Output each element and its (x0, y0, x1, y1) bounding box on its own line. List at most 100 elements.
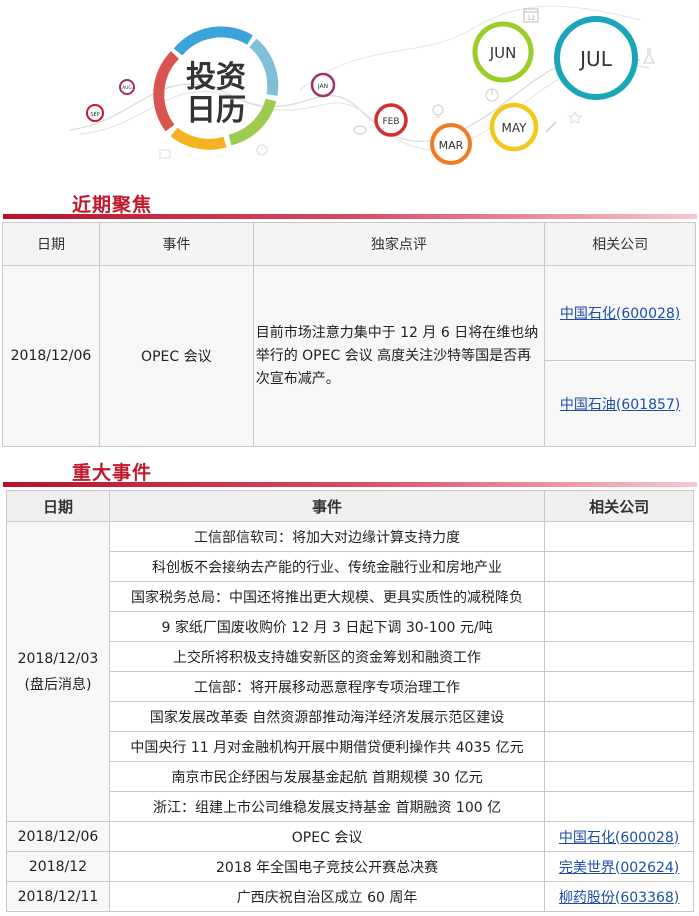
month-bubble-may: MAY (489, 102, 539, 152)
event-cell: OPEC 会议 (108, 821, 546, 852)
event-cell: 9 家纸厂国废收购价 12 月 3 日起下调 30-100 元/吨 (108, 611, 546, 642)
company-cell: 中国石化(600028) (544, 265, 696, 361)
company-cell: 中国石油(601857) (544, 360, 696, 447)
company-cell (544, 761, 694, 792)
focus-event: OPEC 会议 (98, 265, 254, 447)
header-company: 相关公司 (544, 222, 696, 266)
event-cell: 工信部：将开展移动恶意程序专项治理工作 (108, 671, 546, 702)
header-date: 日期 (6, 490, 110, 522)
table-row: 科创板不会接纳去产能的行业、传统金融行业和房地产业 (7, 551, 694, 582)
table-row: 国家发展改革委 自然资源部推动海洋经济发展示范区建设 (7, 701, 694, 732)
group-date-cell: 2018/12/03 (盘后消息) (6, 521, 110, 822)
table-row: 2018/12/06 OPEC 会议 目前市场注意力集中于 12 月 6 日将在… (2, 265, 696, 447)
lightbulb-icon (432, 104, 444, 118)
section-title-major: 重大事件 (72, 462, 153, 484)
svg-text:JUL: JUL (578, 47, 613, 71)
company-link[interactable]: 柳药股份(603368) (559, 890, 679, 906)
major-events-table: 日期 事件 相关公司 2018/12/03 (盘后消息) 工信部信软司：将加大对… (6, 490, 694, 912)
month-bubble-jun: JUN (472, 21, 534, 83)
header-company: 相关公司 (544, 490, 694, 522)
svg-text:JUN: JUN (489, 44, 517, 62)
table-row: 2018/12 2018 年全国电子竞技公开赛总决赛 完美世界(002624) (6, 851, 694, 882)
header-comment: 独家点评 (252, 222, 546, 266)
table-row: 2018/12/03 (盘后消息) 工信部信软司：将加大对边缘计算支持力度 (6, 521, 694, 822)
chat-bubble-icon (353, 125, 367, 135)
table-row: 9 家纸厂国废收购价 12 月 3 日起下调 30-100 元/吨 (7, 611, 694, 642)
svg-text:MAY: MAY (502, 121, 528, 135)
table-row: 2018/12/06 OPEC 会议 中国石化(600028) (6, 821, 694, 852)
section-divider-focus (3, 214, 697, 219)
section-divider-major (3, 482, 697, 487)
month-bubble-aug: AUG (119, 79, 135, 95)
event-cell: 中国央行 11 月对金融机构开展中期借贷便利操作共 4035 亿元 (108, 731, 546, 762)
table-row: 浙江：组建上市公司维稳发展支持基金 首期融资 100 亿 (7, 791, 694, 822)
svg-text:JAN: JAN (317, 83, 328, 90)
focus-table-header: 日期 事件 独家点评 相关公司 (2, 222, 696, 266)
star-icon (567, 110, 583, 124)
event-cell: 国家税务总局：中国还将推出更大规模、更具实质性的减税降负 (108, 581, 546, 612)
header-event: 事件 (108, 490, 546, 522)
focus-table: 日期 事件 独家点评 相关公司 2018/12/06 OPEC 会议 目前市场注… (2, 222, 696, 447)
table-row: 上交所将积极支持雄安新区的资金筹划和融资工作 (7, 641, 694, 672)
header-event: 事件 (98, 222, 254, 266)
major-table-header: 日期 事件 相关公司 (6, 490, 694, 522)
company-cell (544, 521, 694, 552)
month-bubble-jan: JAN (310, 72, 336, 98)
svg-text:AUG: AUG (122, 85, 132, 91)
company-cell: 完美世界(002624) (544, 851, 694, 882)
company-cell (544, 581, 694, 612)
event-cell: 广西庆祝自治区成立 60 周年 (108, 881, 546, 912)
month-bubble-mar: MAR (430, 123, 472, 165)
company-cell (544, 731, 694, 762)
flask-icon (643, 48, 655, 64)
event-cell: 浙江：组建上市公司维稳发展支持基金 首期融资 100 亿 (108, 791, 546, 822)
company-cell (544, 701, 694, 732)
focus-date: 2018/12/06 (2, 265, 100, 447)
group-date: 2018/12/03 (17, 650, 99, 667)
table-row: 国家税务总局：中国还将推出更大规模、更具实质性的减税降负 (7, 581, 694, 612)
event-cell: 2018 年全国电子竞技公开赛总决赛 (108, 851, 546, 882)
company-cell (544, 611, 694, 642)
row-date: 2018/12/06 (6, 821, 110, 852)
header-date: 日期 (2, 222, 100, 266)
company-link[interactable]: 中国石油(601857) (560, 397, 680, 413)
investment-calendar-banner: 投资 日历 SEP AUG JAN FEB MAR MAY JUN JUL 12 (69, 5, 655, 165)
company-cell (544, 671, 694, 702)
company-cell (544, 641, 694, 672)
table-row: 南京市民企纾困与发展基金起航 首期规模 30 亿元 (7, 761, 694, 792)
pencil-icon (545, 121, 557, 133)
group-note: (盘后消息) (24, 676, 92, 693)
company-cell: 中国石化(600028) (544, 821, 694, 852)
book-icon (159, 149, 171, 159)
table-row: 中国央行 11 月对金融机构开展中期借贷便利操作共 4035 亿元 (7, 731, 694, 762)
logo-text-2: 日历 (186, 93, 246, 128)
pie-chart-icon (485, 88, 499, 102)
focus-comment: 目前市场注意力集中于 12 月 6 日将在维也纳举行的 OPEC 会议 高度关注… (252, 265, 546, 447)
event-cell: 科创板不会接纳去产能的行业、传统金融行业和房地产业 (108, 551, 546, 582)
month-bubble-sep: SEP (86, 104, 104, 122)
row-date: 2018/12 (6, 851, 110, 882)
table-row: 2018/12/11 广西庆祝自治区成立 60 周年 柳药股份(603368) (6, 881, 694, 912)
company-link[interactable]: 中国石化(600028) (560, 306, 680, 322)
svg-text:MAR: MAR (439, 139, 464, 152)
logo-text-1: 投资 (186, 60, 246, 95)
month-bubble-feb: FEB (374, 103, 408, 137)
section-title-focus: 近期聚焦 (72, 194, 153, 216)
month-bubble-jul: JUL (554, 16, 638, 100)
event-cell: 上交所将积极支持雄安新区的资金筹划和融资工作 (108, 641, 546, 672)
company-link[interactable]: 中国石化(600028) (559, 830, 679, 846)
table-row: 工信部：将开展移动恶意程序专项治理工作 (7, 671, 694, 702)
company-link[interactable]: 完美世界(002624) (559, 860, 679, 876)
event-cell: 南京市民企纾困与发展基金起航 首期规模 30 亿元 (108, 761, 546, 792)
svg-text:SEP: SEP (90, 112, 99, 118)
event-cell: 工信部信软司：将加大对边缘计算支持力度 (108, 521, 546, 552)
svg-text:12: 12 (527, 15, 535, 22)
company-cell (544, 791, 694, 822)
clock-icon (256, 144, 268, 156)
svg-text:FEB: FEB (382, 117, 399, 127)
company-cell (544, 551, 694, 582)
company-cell: 柳药股份(603368) (544, 881, 694, 912)
event-cell: 国家发展改革委 自然资源部推动海洋经济发展示范区建设 (108, 701, 546, 732)
calendar-icon: 12 (523, 8, 539, 23)
row-date: 2018/12/11 (6, 881, 110, 912)
